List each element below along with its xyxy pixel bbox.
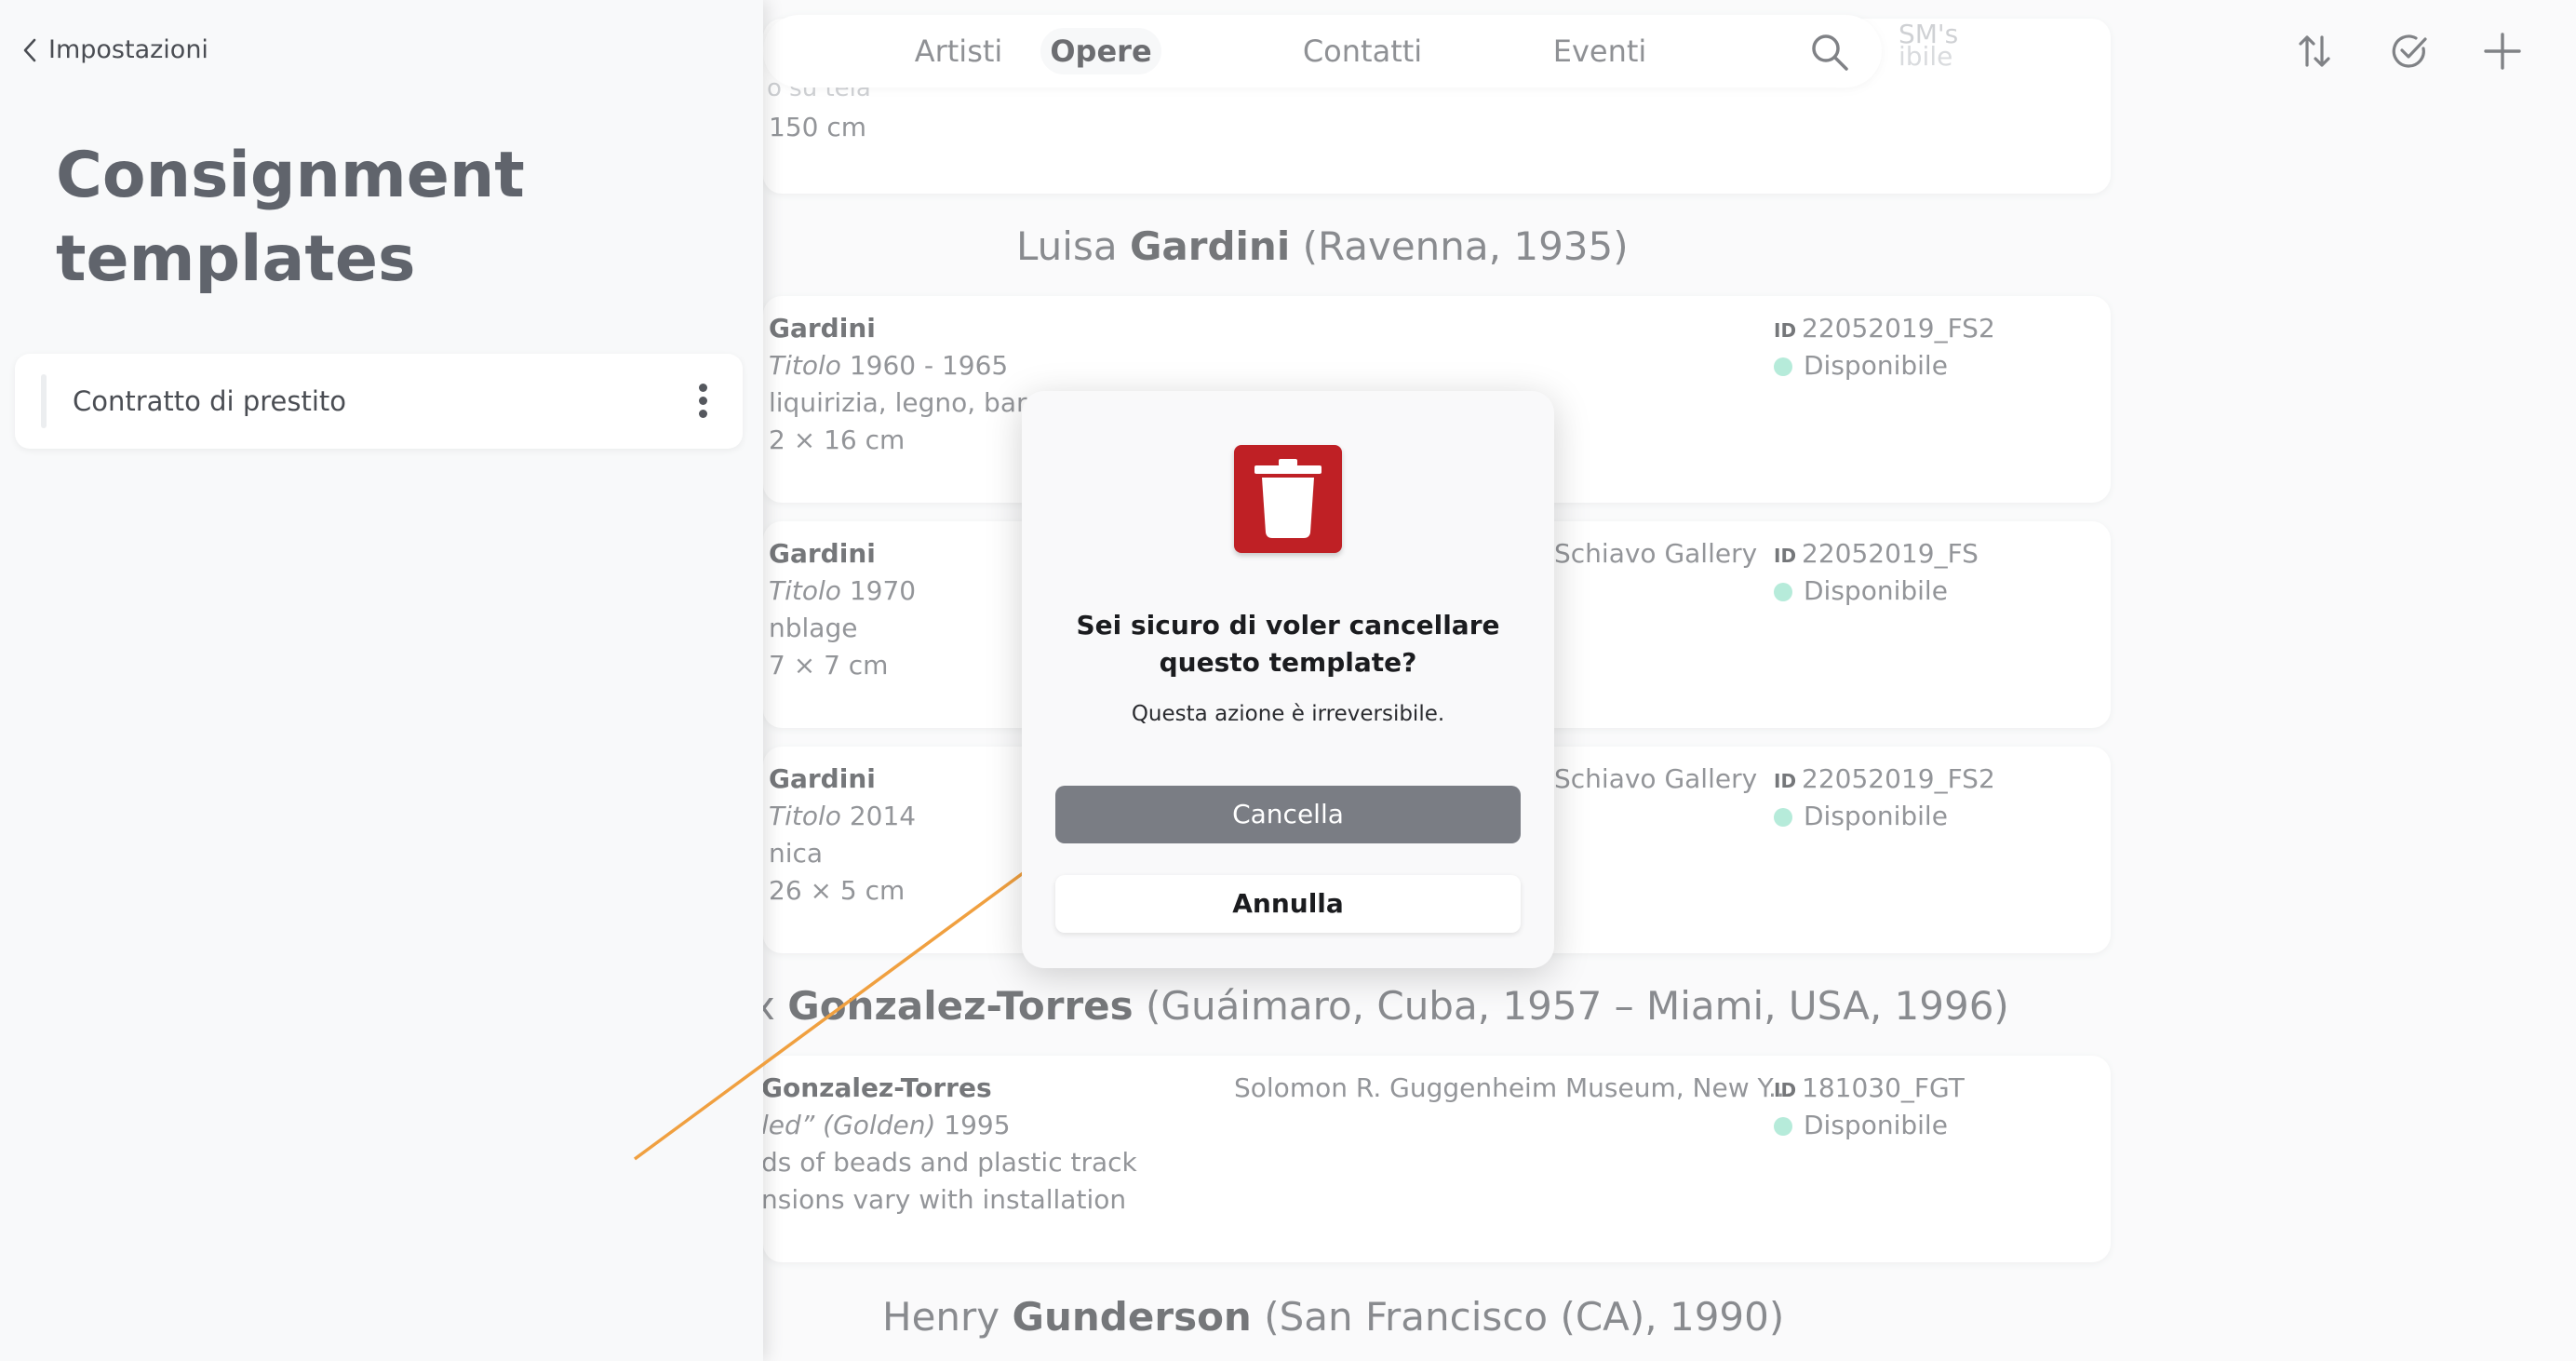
- page-title: Consignment templates: [56, 139, 525, 296]
- back-label: Impostazioni: [48, 35, 208, 64]
- more-options-icon[interactable]: [696, 384, 709, 421]
- confirm-delete-dialog: Sei sicuro di voler cancellare questo te…: [1022, 391, 1554, 968]
- back-button[interactable]: Impostazioni: [22, 35, 208, 64]
- dialog-title: Sei sicuro di voler cancellare questo te…: [1076, 610, 1500, 678]
- drag-handle[interactable]: [41, 374, 47, 428]
- template-item[interactable]: Contratto di prestito: [15, 354, 743, 449]
- settings-panel: Impostazioni Consignment templates Contr…: [0, 0, 763, 1361]
- chevron-left-icon: [23, 38, 36, 61]
- trash-icon: [1234, 445, 1342, 553]
- template-label: Contratto di prestito: [73, 385, 347, 417]
- cancel-button[interactable]: Annulla: [1055, 875, 1521, 933]
- dialog-subtitle: Questa azione è irreversibile.: [1131, 702, 1445, 726]
- confirm-delete-button[interactable]: Cancella: [1055, 786, 1521, 843]
